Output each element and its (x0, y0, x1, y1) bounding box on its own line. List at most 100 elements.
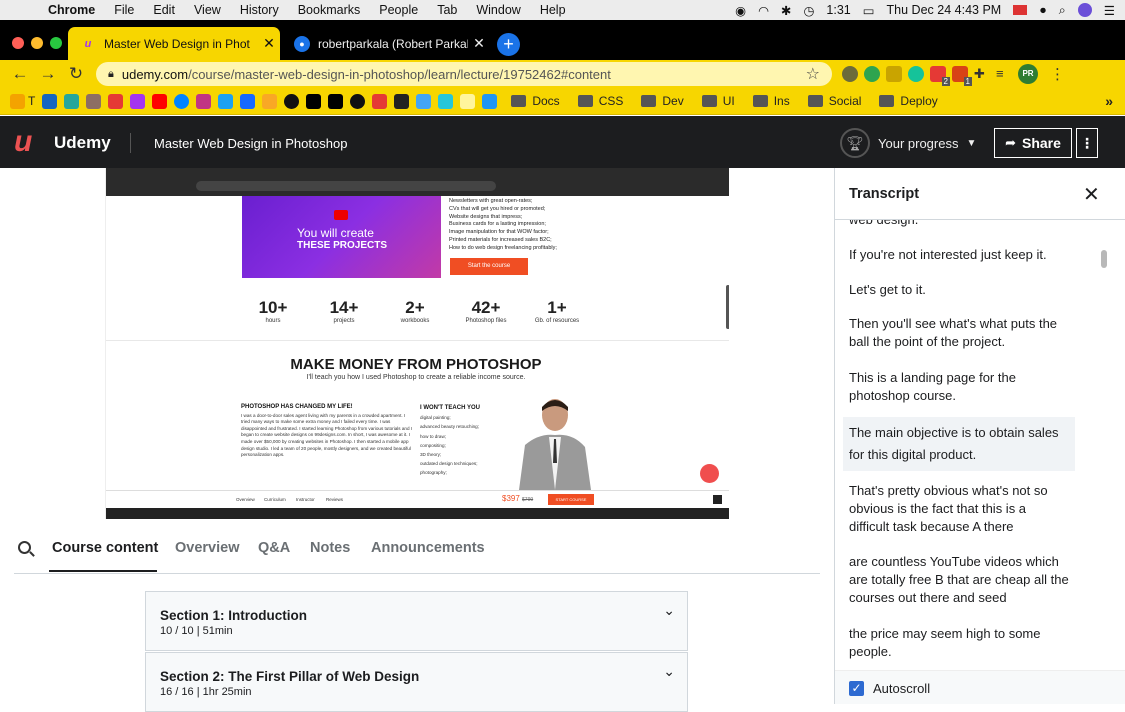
bookmark-item[interactable] (42, 93, 58, 109)
bookmark-item[interactable] (394, 93, 410, 109)
bookmark-item[interactable] (482, 93, 498, 109)
battery-icon[interactable]: ▭ (863, 3, 875, 18)
bookmark-item[interactable] (262, 93, 278, 109)
bookmark-item[interactable] (372, 93, 388, 109)
transcript-cue[interactable]: web design. (843, 220, 1075, 233)
wifi-icon[interactable]: ◠ (758, 3, 769, 18)
bluetooth-icon[interactable]: ✱ (781, 3, 791, 18)
bookmark-item[interactable] (306, 93, 322, 109)
status-icon[interactable]: ◉ (735, 3, 746, 18)
bookmark-item[interactable] (108, 93, 124, 109)
bookmark-folder-ins[interactable]: Ins (752, 94, 790, 108)
bookmark-item[interactable] (218, 93, 234, 109)
bookmark-star-icon[interactable]: ☆ (806, 64, 820, 84)
tab-notes[interactable]: Notes (310, 540, 350, 556)
bookmark-folder-social[interactable]: Social (807, 94, 861, 108)
minimize-window-dot[interactable] (31, 37, 43, 49)
back-icon[interactable]: ← (6, 64, 34, 84)
bug-ext-icon[interactable] (842, 66, 858, 82)
tab-overview[interactable]: Overview (175, 540, 240, 556)
maximize-window-dot[interactable] (50, 37, 62, 49)
menu-history[interactable]: History (240, 3, 279, 17)
bookmark-item[interactable]: T (10, 93, 35, 109)
udemy-logo[interactable]: u Udemy (14, 127, 111, 158)
reading-list-icon[interactable]: ≡ (996, 66, 1012, 82)
forward-icon[interactable]: → (34, 64, 62, 84)
spotlight-icon[interactable]: ⌕ (1059, 3, 1066, 18)
flag-icon[interactable] (1013, 5, 1028, 15)
bookmark-item[interactable] (86, 93, 102, 109)
menu-app[interactable]: Chrome (48, 3, 95, 17)
transcript-cue[interactable]: That's pretty obvious what's not so obvi… (843, 478, 1075, 540)
grammarly-ext-icon[interactable] (908, 66, 924, 82)
transcript-cue-active[interactable]: The main objective is to obtain sales fo… (843, 417, 1075, 471)
bookmark-item[interactable] (130, 93, 146, 109)
transcript-scrollbar[interactable] (1101, 250, 1107, 268)
bookmark-item[interactable] (174, 93, 190, 109)
colorpick-ext-icon[interactable] (864, 66, 880, 82)
transcript-cue[interactable]: Let's get to it. (843, 277, 1075, 303)
section-accordion[interactable]: Section 2: The First Pillar of Web Desig… (145, 652, 688, 712)
timer-icon[interactable]: ◷ (803, 3, 814, 18)
bookmark-item[interactable] (328, 93, 344, 109)
transcript-cue[interactable]: Then you'll see what's what puts the bal… (843, 311, 1075, 355)
bookmark-folder-docs[interactable]: Docs (511, 94, 560, 108)
bookmark-item[interactable] (152, 93, 168, 109)
tab-udemy[interactable]: u Master Web Design in Phot ✕ (68, 27, 280, 60)
tab-course-content[interactable]: Course content (52, 540, 158, 556)
menu-window[interactable]: Window (476, 3, 520, 17)
menu-edit[interactable]: Edit (153, 3, 175, 17)
menu-tab[interactable]: Tab (437, 3, 457, 17)
transcript-cue[interactable]: This is a landing page for the photoshop… (843, 365, 1075, 409)
timer-text[interactable]: 1:31 (826, 3, 850, 17)
bookmark-item[interactable] (460, 93, 476, 109)
autoscroll-checkbox[interactable]: ✓ (849, 681, 864, 696)
tab-announcements[interactable]: Announcements (371, 540, 485, 556)
close-icon[interactable]: ✕ (1083, 182, 1100, 207)
close-window-dot[interactable] (12, 37, 24, 49)
bookmark-item[interactable] (438, 93, 454, 109)
menu-people[interactable]: People (379, 3, 418, 17)
tab-close-icon[interactable]: ✕ (258, 35, 280, 52)
bookmark-item[interactable] (240, 93, 256, 109)
tab-github[interactable]: ● robertparkala (Robert Parkala) ✕ (282, 27, 490, 60)
bookmark-item[interactable] (284, 93, 300, 109)
bookmark-folder-ui[interactable]: UI (701, 94, 735, 108)
menu-file[interactable]: File (114, 3, 134, 17)
bookmarks-overflow-icon[interactable]: » (1105, 93, 1113, 109)
video-player[interactable]: You will create THESE PROJECTS Newslette… (0, 168, 834, 519)
control-center-icon[interactable]: ☰ (1104, 3, 1115, 18)
progress-dropdown[interactable]: 🏆︎ Your progress ▼ (840, 128, 976, 158)
puzzle-ext-icon[interactable]: ✚ (974, 66, 990, 82)
transcript-cue[interactable]: are countless YouTube videos which are t… (843, 549, 1075, 611)
grid-ext-icon[interactable]: 1 (952, 66, 972, 86)
tab-qa[interactable]: Q&A (258, 540, 290, 556)
adblock-ext-icon[interactable]: 2 (930, 66, 950, 86)
new-tab-button[interactable]: + (497, 33, 520, 56)
bookmark-folder-dev[interactable]: Dev (641, 94, 684, 108)
bookmark-item[interactable] (196, 93, 212, 109)
autoscroll-row[interactable]: ✓ Autoscroll (835, 670, 1125, 704)
bookmark-folder-deploy[interactable]: Deploy (879, 94, 938, 108)
menu-bookmarks[interactable]: Bookmarks (298, 3, 361, 17)
menu-view[interactable]: View (194, 3, 221, 17)
reload-icon[interactable]: ↻ (62, 64, 90, 84)
section-accordion[interactable]: Section 1: Introduction 10 / 10 | 51min … (145, 591, 688, 651)
transcript-cue[interactable]: If you're not interested just keep it. (843, 242, 1075, 268)
search-icon[interactable] (18, 541, 31, 554)
bookmark-item[interactable] (350, 93, 366, 109)
menu-help[interactable]: Help (540, 3, 566, 17)
user-icon[interactable]: ● (1039, 3, 1047, 17)
address-bar[interactable]: 🔒︎ udemy.com /course/master-web-design-i… (96, 62, 832, 86)
eyedropper-ext-icon[interactable] (886, 66, 902, 82)
chrome-menu-icon[interactable]: ⋮ (1050, 65, 1065, 83)
more-options-button[interactable]: ⋮ (1076, 128, 1098, 158)
date-time[interactable]: Thu Dec 24 4:43 PM (887, 3, 1002, 17)
transcript-cue[interactable]: the price may seem high to some people. (843, 621, 1075, 665)
share-button[interactable]: ➦ Share (994, 128, 1072, 158)
profile-avatar[interactable]: PR (1018, 64, 1038, 84)
tab-close-icon[interactable]: ✕ (468, 35, 490, 52)
bookmark-item[interactable] (64, 93, 80, 109)
video-frame[interactable]: You will create THESE PROJECTS Newslette… (105, 168, 729, 519)
course-title[interactable]: Master Web Design in Photoshop (154, 136, 347, 151)
